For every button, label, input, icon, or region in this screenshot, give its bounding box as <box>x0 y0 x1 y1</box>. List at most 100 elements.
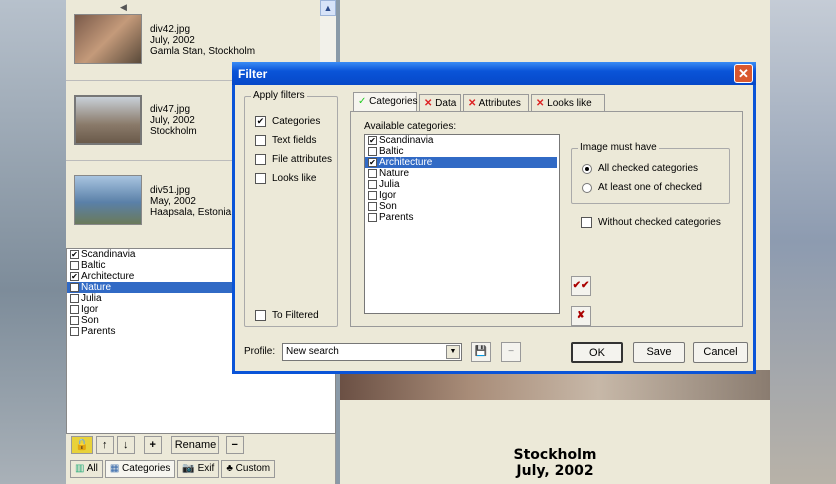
thumbnail-image[interactable] <box>74 95 142 145</box>
rename-button[interactable]: Rename <box>170 436 219 454</box>
tab-label: Categories <box>369 96 418 107</box>
lock-icon[interactable]: 🔒 <box>71 436 93 454</box>
checkbox[interactable] <box>368 202 377 211</box>
tab-label: Exif <box>197 463 215 474</box>
tab-categories[interactable]: ▦ Categories <box>104 460 176 478</box>
delete-profile-icon[interactable]: − <box>501 342 521 362</box>
category-item[interactable]: Parents <box>365 212 559 223</box>
tab-attributes[interactable]: ✕ Attributes <box>463 94 529 112</box>
x-icon: ✕ <box>424 98 433 109</box>
radio-button[interactable] <box>582 182 592 193</box>
close-icon[interactable]: ✕ <box>734 64 753 83</box>
file-place: Stockholm <box>150 126 197 137</box>
category-item[interactable]: ✔ Architecture <box>365 157 557 168</box>
file-date: July, 2002 <box>150 35 195 46</box>
background-left <box>0 0 66 484</box>
category-item[interactable]: Nature <box>67 282 233 293</box>
thumbnail-image[interactable] <box>74 175 142 225</box>
file-name: div42.jpg <box>150 24 191 35</box>
checkbox[interactable] <box>70 283 79 292</box>
checkbox[interactable]: ✔ <box>368 136 377 145</box>
checkbox[interactable] <box>255 154 266 165</box>
checkbox[interactable] <box>255 135 266 146</box>
checkbox[interactable] <box>70 327 79 336</box>
profile-select[interactable]: New search ▼ <box>282 343 462 361</box>
category-item[interactable]: Igor <box>365 190 559 201</box>
available-categories-label: Available categories: <box>364 121 457 132</box>
save-profile-icon[interactable]: 💾 <box>471 342 491 362</box>
preview-photo <box>340 370 770 400</box>
x-icon: ✕ <box>468 98 477 109</box>
move-down-button[interactable]: ↓ <box>116 436 135 454</box>
apply-filter-checkbox[interactable]: Looks like <box>255 172 332 185</box>
checkbox[interactable] <box>581 217 592 228</box>
category-item[interactable]: Son <box>365 201 559 212</box>
panel-tabs: ▥ All ▦ Categories 📷 Exif ♣ Custom <box>70 460 276 478</box>
camera-icon: 📷 <box>182 463 195 474</box>
tab-looks-like[interactable]: ✕ Looks like <box>531 94 605 112</box>
preview-date: July, 2002 <box>516 463 594 479</box>
radio-at-least-one[interactable]: At least one of checked <box>582 181 702 194</box>
ok-button[interactable]: OK <box>571 342 623 363</box>
apply-filter-checkbox[interactable]: File attributes <box>255 153 332 166</box>
radio-button[interactable] <box>582 163 592 174</box>
file-date: May, 2002 <box>150 196 196 207</box>
checkbox[interactable] <box>368 147 377 156</box>
profile-value: New search <box>286 346 339 357</box>
tab-all[interactable]: ▥ All <box>70 460 103 478</box>
radio-all-checked[interactable]: All checked categories <box>582 162 698 175</box>
category-item[interactable]: Julia <box>365 179 559 190</box>
check-icon: ✓ <box>358 96 367 107</box>
checkbox[interactable] <box>255 173 266 184</box>
cancel-button[interactable]: Cancel <box>693 342 748 363</box>
tab-label: All <box>86 463 98 474</box>
filter-dialog: Filter ✕ Apply filters ✔ Categories Text f… <box>232 62 756 374</box>
to-filtered-checkbox[interactable]: To Filtered <box>255 309 319 322</box>
preview-title: Stockholm <box>513 447 597 463</box>
checkbox[interactable] <box>368 169 377 178</box>
remove-category-button[interactable]: − <box>225 436 244 454</box>
move-up-button[interactable]: ↑ <box>95 436 114 454</box>
checkbox[interactable] <box>70 294 79 303</box>
checkbox[interactable]: ✔ <box>255 116 266 127</box>
category-label: Parents <box>379 212 414 223</box>
checkbox-label: Categories <box>272 116 321 127</box>
image-must-have-group: Image must have All checked categories A… <box>571 142 730 204</box>
tab-categories[interactable]: ✓ Categories <box>353 92 418 112</box>
checkbox[interactable] <box>70 316 79 325</box>
category-item[interactable]: Nature <box>365 168 559 179</box>
check-all-icon[interactable]: ✔✔ <box>571 276 591 296</box>
tab-data[interactable]: ✕ Data <box>419 94 461 112</box>
without-checked-checkbox[interactable]: Without checked categories <box>581 216 721 229</box>
checkbox[interactable] <box>70 305 79 314</box>
uncheck-all-icon[interactable]: ✘ <box>571 306 591 326</box>
tab-label: Categories <box>122 463 171 474</box>
apply-filter-checkbox[interactable]: Text fields <box>255 134 332 147</box>
category-toolbar: 🔒 ↑ ↓ + Rename − <box>71 436 244 454</box>
checkbox-label: To Filtered <box>272 310 319 321</box>
checkbox[interactable] <box>368 191 377 200</box>
checkbox-label: Text fields <box>272 135 317 146</box>
apply-filter-checkbox[interactable]: ✔ Categories <box>255 115 332 128</box>
tab-custom[interactable]: ♣ Custom <box>221 460 276 478</box>
category-item[interactable]: Baltic <box>365 146 559 157</box>
checkbox[interactable] <box>368 180 377 189</box>
tab-exif[interactable]: 📷 Exif <box>177 460 220 478</box>
file-date: July, 2002 <box>150 115 195 126</box>
chevron-down-icon[interactable]: ▼ <box>446 345 460 359</box>
category-item[interactable]: ✔ Scandinavia <box>365 135 559 146</box>
checkbox[interactable] <box>368 213 377 222</box>
checkbox[interactable]: ✔ <box>70 272 79 281</box>
save-button[interactable]: Save <box>633 342 685 363</box>
add-category-button[interactable]: + <box>143 436 162 454</box>
checkbox[interactable] <box>70 261 79 270</box>
thumbnail-image[interactable] <box>74 14 142 64</box>
category-label: Son <box>379 201 397 212</box>
checkbox[interactable]: ✔ <box>368 158 377 167</box>
category-label: Baltic <box>81 260 106 271</box>
scroll-up-icon[interactable]: ▲ <box>320 0 336 16</box>
categories-icon: ▦ <box>109 463 120 474</box>
available-categories-list[interactable]: ✔ Scandinavia Baltic ✔ Architecture Nature Jul… <box>364 134 560 314</box>
checkbox[interactable]: ✔ <box>70 250 79 259</box>
checkbox[interactable] <box>255 310 266 321</box>
